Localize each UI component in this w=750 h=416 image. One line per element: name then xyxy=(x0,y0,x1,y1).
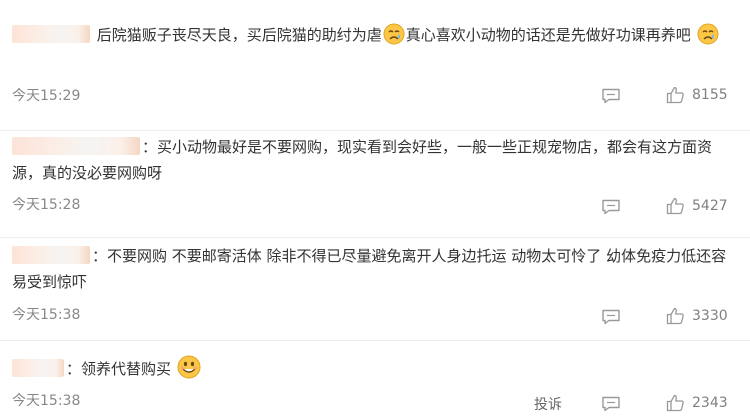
like-count: 5427 xyxy=(692,198,728,214)
comment-text-part: ：不要网购 不要邮寄活体 除非不得已尽量避免离开人身边托运 动物太可怜了 幼体免… xyxy=(12,247,727,291)
sad-face-emoji-icon xyxy=(697,23,719,53)
comment-icon[interactable] xyxy=(601,88,621,104)
comment-timestamp: 今天15:29 xyxy=(12,88,81,104)
thumbs-up-icon[interactable] xyxy=(666,394,686,412)
like-count: 2343 xyxy=(692,395,728,411)
comment-text: ：不要网购 不要邮寄活体 除非不得已尽量避免离开人身边托运 动物太可怜了 幼体免… xyxy=(12,243,737,295)
thumbs-up-icon[interactable] xyxy=(666,86,686,104)
username-redacted[interactable] xyxy=(12,359,64,377)
username-redacted[interactable] xyxy=(12,25,90,43)
comment-text-part: ：领养代替购买 xyxy=(66,360,172,378)
username-redacted[interactable] xyxy=(12,246,90,264)
thumbs-up-icon[interactable] xyxy=(666,197,686,215)
comment-icon[interactable] xyxy=(601,199,621,215)
comment-text: 后院猫贩子丧尽天良，买后院猫的助纣为虐 真心喜欢小动物的话还是先做好功课再养吧 xyxy=(12,22,737,53)
comment-item: ：不要网购 不要邮寄活体 除非不得已尽量避免离开人身边托运 动物太可怜了 幼体免… xyxy=(0,238,750,338)
thumbs-up-icon[interactable] xyxy=(666,307,686,325)
comment-text: ：领养代替购买 xyxy=(12,355,737,387)
username-redacted[interactable] xyxy=(12,137,140,155)
like-count: 3330 xyxy=(692,308,728,324)
comment-timestamp: 今天15:28 xyxy=(12,197,81,213)
comment-icon[interactable] xyxy=(601,396,621,412)
comment-text: ：买小动物最好是不要网购，现实看到会好些，一般一些正规宠物店，都会有这方面资源，… xyxy=(12,134,737,186)
happy-face-emoji-icon xyxy=(177,355,201,387)
comment-item: ：领养代替购买 今天15:38 投诉 2343 xyxy=(0,341,750,416)
comment-item: 后院猫贩子丧尽天良，买后院猫的助纣为虐 真心喜欢小动物的话还是先做好功课再养吧 今… xyxy=(0,0,750,130)
comment-icon[interactable] xyxy=(601,309,621,325)
like-count: 8155 xyxy=(692,87,728,103)
report-link[interactable]: 投诉 xyxy=(534,394,562,414)
comment-text-part: 后院猫贩子丧尽天良，买后院猫的助纣为虐 xyxy=(96,26,382,44)
comment-timestamp: 今天15:38 xyxy=(12,393,81,409)
sad-face-emoji-icon xyxy=(383,23,405,53)
comment-text-part: 真心喜欢小动物的话还是先做好功课再养吧 xyxy=(405,26,691,44)
comment-timestamp: 今天15:38 xyxy=(12,307,81,323)
comment-item: ：买小动物最好是不要网购，现实看到会好些，一般一些正规宠物店，都会有这方面资源，… xyxy=(0,131,750,241)
